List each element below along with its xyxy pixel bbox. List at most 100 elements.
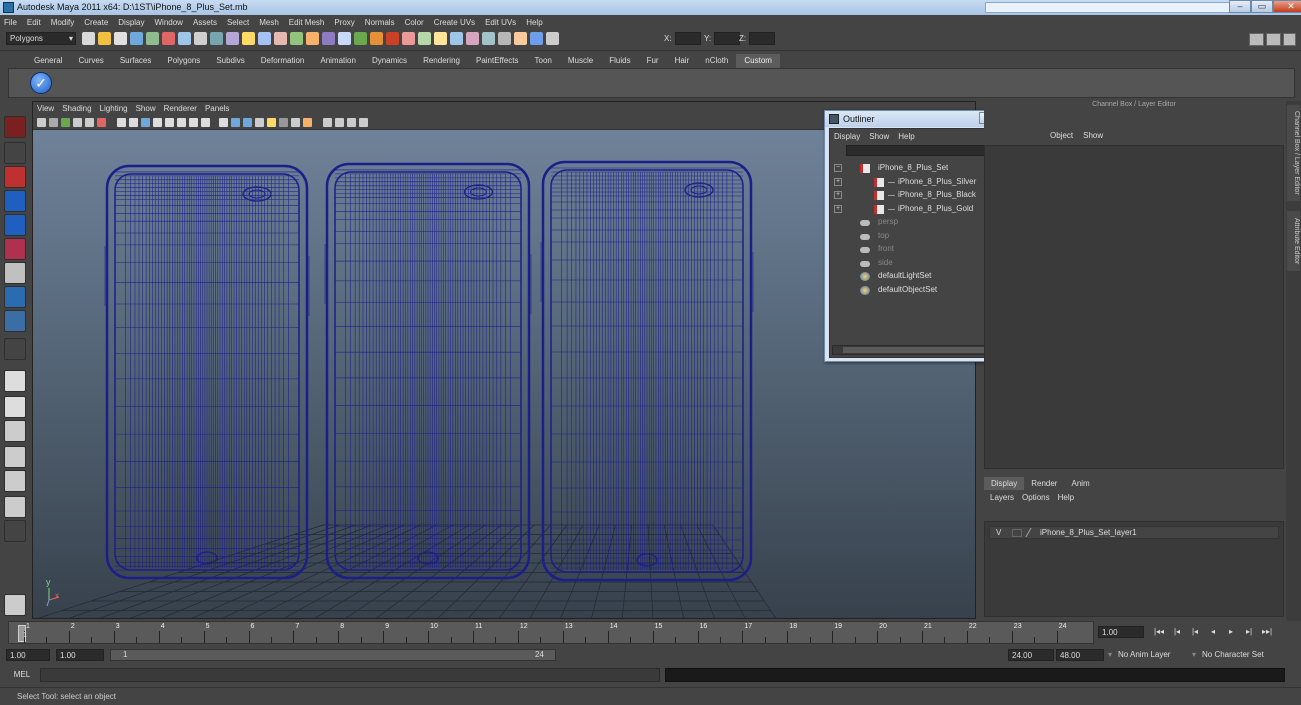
- shelf-tab-polygons[interactable]: Polygons: [159, 54, 208, 68]
- viewport-menu-renderer[interactable]: Renderer: [164, 104, 197, 113]
- viewport-toolbar-icon[interactable]: [279, 118, 288, 127]
- menu-display[interactable]: Display: [118, 18, 144, 27]
- status-tool-icon[interactable]: [194, 32, 207, 45]
- viewport-toolbar-icon[interactable]: [49, 118, 58, 127]
- shelf-tab-animation[interactable]: Animation: [312, 54, 364, 68]
- status-tool-icon[interactable]: [434, 32, 447, 45]
- shelf-tab-painteffects[interactable]: PaintEffects: [468, 54, 527, 68]
- show-manipulator-icon[interactable]: [4, 310, 26, 332]
- viewport-toolbar-icon[interactable]: [177, 118, 186, 127]
- viewport-toolbar-icon[interactable]: [323, 118, 332, 127]
- menu-mesh[interactable]: Mesh: [259, 18, 279, 27]
- paint-select-tool-icon[interactable]: [4, 166, 26, 188]
- toggle-attribute-editor-icon[interactable]: [1283, 33, 1296, 46]
- command-input[interactable]: [40, 668, 660, 682]
- side-tab-channel-box-layer-editor[interactable]: Channel Box / Layer Editor: [1287, 105, 1300, 201]
- status-tool-icon[interactable]: [338, 32, 351, 45]
- status-tool-icon[interactable]: [370, 32, 383, 45]
- scroll-thumb[interactable]: [843, 347, 1003, 353]
- shelf-tab-deformation[interactable]: Deformation: [253, 54, 313, 68]
- menu-window[interactable]: Window: [155, 18, 183, 27]
- single-view-layout-icon[interactable]: [4, 370, 26, 392]
- current-frame-field[interactable]: 1.00: [1098, 626, 1144, 638]
- range-end-field[interactable]: 24.00: [1008, 649, 1054, 661]
- maximize-button[interactable]: ▭: [1251, 0, 1273, 13]
- hypershade-layout-icon[interactable]: [4, 470, 26, 492]
- scale-tool-icon[interactable]: [4, 238, 26, 260]
- layer-menu-help[interactable]: Help: [1058, 493, 1074, 502]
- menu-file[interactable]: File: [4, 18, 17, 27]
- shelf-tab-hair[interactable]: Hair: [667, 54, 698, 68]
- title-search-field[interactable]: [985, 2, 1240, 13]
- status-tool-icon[interactable]: [210, 32, 223, 45]
- play-backwards-icon[interactable]: ◂: [1204, 626, 1222, 638]
- layer-tab-render[interactable]: Render: [1024, 477, 1064, 490]
- menu-proxy[interactable]: Proxy: [334, 18, 354, 27]
- layer-menu-options[interactable]: Options: [1022, 493, 1050, 502]
- viewport-toolbar-icon[interactable]: [117, 118, 126, 127]
- viewport-toolbar-icon[interactable]: [243, 118, 252, 127]
- y-input[interactable]: [714, 32, 741, 45]
- channel-box-menu-object[interactable]: Object: [1050, 131, 1073, 140]
- toggle-tool-settings-icon[interactable]: [1266, 33, 1281, 46]
- status-tool-icon[interactable]: [482, 32, 495, 45]
- expand-toggle-icon[interactable]: −: [834, 164, 842, 172]
- status-tool-icon[interactable]: [98, 32, 111, 45]
- universal-manipulator-icon[interactable]: [4, 262, 26, 284]
- command-language-label[interactable]: MEL: [6, 668, 38, 682]
- shelf-tab-custom[interactable]: Custom: [736, 54, 780, 68]
- status-tool-icon[interactable]: [130, 32, 143, 45]
- anim-layer-dropdown[interactable]: No Anim Layer: [1108, 649, 1171, 661]
- viewport-toolbar-icon[interactable]: [359, 118, 368, 127]
- status-tool-icon[interactable]: [498, 32, 511, 45]
- time-slider[interactable]: 1 2 3 4 5 6 7 8 9 10 11 12 13 14 15 16 17 18 19 20 21 22 23 24 1: [8, 621, 1094, 644]
- step-back-frame-icon[interactable]: |◂: [1186, 626, 1204, 638]
- viewport-toolbar-icon[interactable]: [141, 118, 150, 127]
- outliner-menu-help[interactable]: Help: [898, 132, 914, 141]
- viewport-toolbar-icon[interactable]: [73, 118, 82, 127]
- status-tool-icon[interactable]: [242, 32, 255, 45]
- status-tool-icon[interactable]: [306, 32, 319, 45]
- viewport-toolbar-icon[interactable]: [165, 118, 174, 127]
- status-tool-icon[interactable]: [178, 32, 191, 45]
- last-tool-icon[interactable]: [4, 338, 26, 360]
- menu-modify[interactable]: Modify: [51, 18, 75, 27]
- viewport-toolbar-icon[interactable]: [255, 118, 264, 127]
- menu-color[interactable]: Color: [405, 18, 424, 27]
- status-tool-icon[interactable]: [450, 32, 463, 45]
- play-forwards-icon[interactable]: ▸: [1222, 626, 1240, 638]
- menu-help[interactable]: Help: [526, 18, 542, 27]
- script-layout-icon[interactable]: [4, 594, 26, 616]
- viewport-toolbar-icon[interactable]: [153, 118, 162, 127]
- layer-menu-layers[interactable]: Layers: [990, 493, 1014, 502]
- soft-mod-tool-icon[interactable]: [4, 286, 26, 308]
- shelf-tab-surfaces[interactable]: Surfaces: [112, 54, 160, 68]
- viewport-toolbar-icon[interactable]: [37, 118, 46, 127]
- side-tab-attribute-editor[interactable]: Attribute Editor: [1287, 211, 1300, 271]
- viewport-toolbar-icon[interactable]: [61, 118, 70, 127]
- layer-color-swatch[interactable]: [1025, 528, 1039, 537]
- status-tool-icon[interactable]: [274, 32, 287, 45]
- expand-toggle-icon[interactable]: +: [834, 177, 842, 186]
- status-tool-icon[interactable]: [146, 32, 159, 45]
- move-tool-icon[interactable]: [4, 190, 26, 212]
- shelf-tab-fluids[interactable]: Fluids: [601, 54, 638, 68]
- layer-playback-toggle[interactable]: [1012, 529, 1022, 537]
- status-tool-icon[interactable]: [290, 32, 303, 45]
- shelf-tab-dynamics[interactable]: Dynamics: [364, 54, 415, 68]
- layer-visibility-toggle[interactable]: V: [996, 528, 1001, 537]
- outliner-layout-icon[interactable]: [4, 420, 26, 442]
- status-tool-icon[interactable]: [386, 32, 399, 45]
- shelf-tab-muscle[interactable]: Muscle: [560, 54, 601, 68]
- status-tool-icon[interactable]: [546, 32, 559, 45]
- x-input[interactable]: [674, 32, 701, 45]
- viewport-toolbar-icon[interactable]: [97, 118, 106, 127]
- status-tool-icon[interactable]: [466, 32, 479, 45]
- channel-box-menu-show[interactable]: Show: [1083, 131, 1103, 140]
- character-set-dropdown[interactable]: No Character Set: [1192, 649, 1264, 661]
- shelf-tool-icon[interactable]: ✓: [30, 72, 52, 94]
- menu-create[interactable]: Create: [84, 18, 108, 27]
- viewport-toolbar-icon[interactable]: [189, 118, 198, 127]
- menu-assets[interactable]: Assets: [193, 18, 217, 27]
- shelf-tab-ncloth[interactable]: nCloth: [697, 54, 736, 68]
